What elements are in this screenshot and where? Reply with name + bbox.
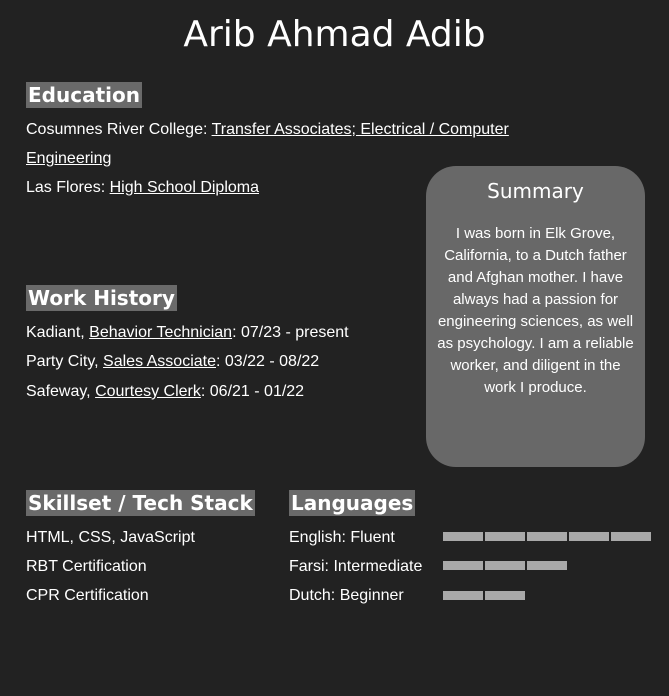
proficiency-segment (443, 591, 483, 600)
work-dates: : 06/21 - 01/22 (200, 383, 305, 400)
language-item: Dutch: Beginner (289, 587, 404, 604)
degree-link-crc-cont[interactable]: Engineering (26, 150, 111, 167)
degree-link-lasflores[interactable]: High School Diploma (110, 179, 259, 196)
company-name: Party City, (26, 353, 104, 370)
work-item: Party City, Sales Associate: 03/22 - 08/… (26, 352, 319, 372)
work-item: Kadiant, Behavior Technician: 07/23 - pr… (26, 323, 349, 343)
proficiency-segment (485, 561, 525, 570)
role-link[interactable]: Behavior Technician (89, 324, 232, 341)
school-name: Cosumnes River College: (26, 121, 212, 138)
languages-heading: Languages (289, 490, 416, 516)
education-item-lasflores: Las Flores: High School Diploma (26, 178, 259, 198)
skills-heading: Skillset / Tech Stack (26, 490, 255, 516)
company-name: Safeway, (26, 383, 96, 400)
summary-card: Summary I was born in Elk Grove, Califor… (426, 166, 645, 467)
proficiency-segment (485, 591, 525, 600)
summary-text: I was born in Elk Grove, California, to … (437, 225, 634, 396)
role-link[interactable]: Sales Associate (103, 353, 216, 370)
role-link[interactable]: Courtesy Clerk (95, 383, 201, 400)
proficiency-segment (611, 532, 651, 541)
skill-item: RBT Certification (26, 558, 147, 575)
degree-link-crc[interactable]: Transfer Associates; Electrical / Comput… (212, 121, 509, 138)
education-item-crc: Cosumnes River College: Transfer Associa… (26, 120, 509, 140)
page-title: Arib Ahmad Adib (183, 14, 486, 55)
language-item: English: Fluent (289, 529, 395, 546)
proficiency-bar-farsi (443, 561, 567, 570)
skill-item: CPR Certification (26, 587, 149, 604)
proficiency-segment (443, 532, 483, 541)
proficiency-bar-dutch (443, 591, 525, 600)
company-name: Kadiant, (26, 324, 90, 341)
proficiency-segment (569, 532, 609, 541)
proficiency-bar-english (443, 532, 651, 541)
work-dates: : 03/22 - 08/22 (216, 353, 320, 370)
proficiency-segment (485, 532, 525, 541)
work-dates: : 07/23 - present (232, 324, 349, 341)
proficiency-segment (527, 561, 567, 570)
proficiency-segment (527, 532, 567, 541)
skill-item: HTML, CSS, JavaScript (26, 529, 195, 546)
summary-title: Summary (487, 179, 584, 203)
work-item: Safeway, Courtesy Clerk: 06/21 - 01/22 (26, 382, 304, 402)
education-heading: Education (26, 82, 142, 108)
language-item: Farsi: Intermediate (289, 558, 423, 575)
work-history-heading: Work History (26, 285, 177, 311)
education-item-crc-cont: Engineering (26, 149, 111, 169)
proficiency-segment (443, 561, 483, 570)
school-name: Las Flores: (26, 179, 110, 196)
